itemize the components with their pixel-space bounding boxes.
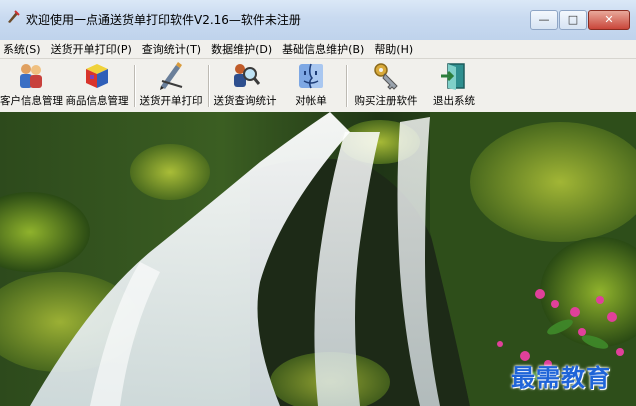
toolbar-separator — [134, 65, 136, 107]
finder-face-icon — [299, 63, 323, 89]
pen-ruler-icon — [160, 62, 183, 90]
exit-door-icon — [441, 63, 465, 90]
exit-system-button[interactable]: 退出系统 — [426, 61, 482, 109]
product-management-button[interactable]: 商品信息管理 — [64, 61, 130, 109]
close-button[interactable]: ✕ — [588, 10, 630, 30]
key-icon — [374, 63, 398, 90]
toolbar-label: 商品信息管理 — [65, 95, 129, 107]
minimize-button[interactable]: — — [530, 10, 558, 30]
delivery-query-button[interactable]: 送货查询统计 — [212, 61, 278, 109]
menu-data-maintenance[interactable]: 数据维护(D) — [208, 41, 279, 57]
menu-system[interactable]: 系统(S) — [0, 41, 48, 57]
boxes-icon — [86, 64, 108, 88]
window-title: 欢迎使用一点通送货单打印软件V2.16—软件未注册 — [26, 13, 301, 27]
app-window: 欢迎使用一点通送货单打印软件V2.16—软件未注册 — □ ✕ 系统(S) 送货… — [0, 0, 636, 406]
menu-help[interactable]: 帮助(H) — [371, 41, 420, 57]
delivery-print-button[interactable]: 送货开单打印 — [138, 61, 204, 109]
toolbar: 客户信息管理 商品信息管理 送货开单打印 送货查询统计 对帐单 购买注册软件 退… — [0, 59, 636, 113]
menu-query-stats[interactable]: 查询统计(T) — [139, 41, 208, 57]
toolbar-label: 送货开单打印 — [139, 95, 203, 107]
purchase-register-button[interactable]: 购买注册软件 — [350, 61, 422, 109]
toolbar-label: 送货查询统计 — [213, 95, 277, 107]
title-bar[interactable]: 欢迎使用一点通送货单打印软件V2.16—软件未注册 — □ ✕ — [0, 0, 636, 40]
people-icon — [20, 64, 42, 88]
toolbar-label: 对帐单 — [295, 95, 327, 107]
maximize-button[interactable]: □ — [559, 10, 587, 30]
app-icon — [8, 10, 20, 23]
menu-basic-info[interactable]: 基础信息维护(B) — [279, 41, 371, 57]
toolbar-label: 购买注册软件 — [354, 95, 418, 107]
toolbar-label: 退出系统 — [433, 95, 475, 107]
menu-delivery-print[interactable]: 送货开单打印(P) — [48, 41, 139, 57]
toolbar-separator — [208, 65, 210, 107]
toolbar-label: 客户信息管理 — [0, 95, 63, 107]
customer-management-button[interactable]: 客户信息管理 — [0, 61, 63, 109]
magnifier-icon — [234, 64, 260, 87]
menu-bar: 系统(S) 送货开单打印(P) 查询统计(T) 数据维护(D) 基础信息维护(B… — [0, 40, 636, 59]
statement-button[interactable]: 对帐单 — [282, 61, 340, 109]
toolbar-separator — [346, 65, 348, 107]
window-controls: — □ ✕ — [530, 10, 630, 30]
watermark-text: 最需教育 — [511, 363, 611, 392]
